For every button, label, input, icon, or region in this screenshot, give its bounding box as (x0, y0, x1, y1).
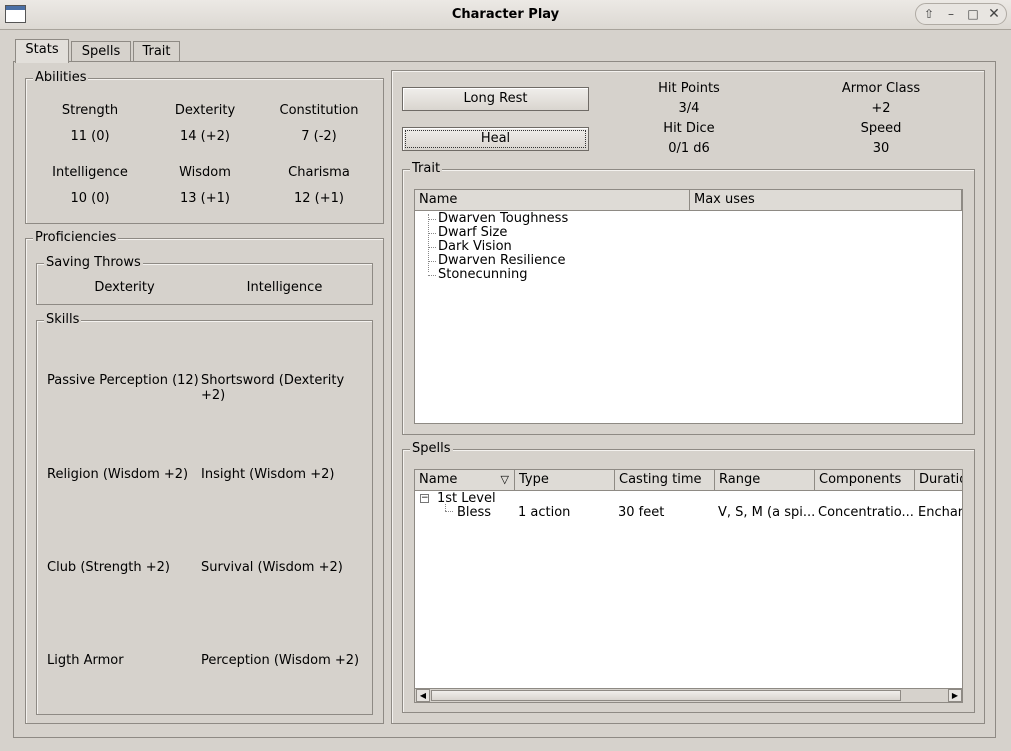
spell-name[interactable]: Bless (457, 506, 491, 520)
abilities-title: Abilities (33, 70, 89, 86)
trait-table-header: Name Max uses (415, 190, 962, 211)
trait-title: Trait (410, 161, 443, 177)
trait-row[interactable]: Dwarf Size (438, 226, 507, 240)
tab-spells[interactable]: Spells (71, 41, 131, 62)
column-header-duration[interactable]: Duratio (915, 470, 962, 490)
armor-class-label: Armor Class (841, 81, 921, 96)
column-header-name[interactable]: Name ▽ (415, 470, 515, 490)
skill-item: Religion (Wisdom +2) (47, 467, 189, 482)
spells-table[interactable]: Name ▽ Type Casting time Range Component… (414, 469, 963, 703)
armor-class-value: +2 (871, 101, 891, 116)
window-controls: ⇧ – □ ✕ (915, 3, 1007, 25)
strength-value: 11 (0) (70, 129, 110, 144)
window-title: Character Play (451, 7, 560, 22)
intelligence-value: 10 (0) (70, 191, 110, 206)
column-header-name[interactable]: Name (415, 190, 690, 210)
dexterity-value: 14 (+2) (180, 129, 230, 144)
spells-group: Spells Name ▽ Type Casting time Range Co… (402, 441, 975, 713)
spell-range: V, S, M (a spi... (718, 505, 816, 520)
saving-throw-item: Intelligence (246, 280, 323, 295)
skill-item: Perception (Wisdom +2) (201, 653, 360, 668)
proficiencies-group: Proficiencies Saving Throws Dexterity In… (25, 230, 384, 724)
tree-connector (428, 247, 436, 248)
tree-connector (428, 275, 436, 276)
heal-button[interactable]: Heal (402, 127, 589, 151)
proficiencies-title: Proficiencies (33, 230, 119, 246)
minimize-icon[interactable]: – (941, 5, 961, 23)
column-header-casting-time[interactable]: Casting time (615, 470, 715, 490)
column-header-components[interactable]: Components (815, 470, 915, 490)
column-header-max-uses[interactable]: Max uses (690, 190, 962, 210)
title-bar[interactable]: Character Play ⇧ – □ ✕ (0, 0, 1011, 30)
spell-duration: Enchar (918, 505, 963, 520)
skill-item: Insight (Wisdom +2) (201, 467, 335, 482)
trait-row[interactable]: Stonecunning (438, 268, 528, 282)
spell-casting-time: 30 feet (618, 505, 665, 520)
sort-descending-icon: ▽ (500, 473, 509, 486)
charisma-label: Charisma (288, 165, 350, 180)
scrollbar-thumb[interactable] (431, 690, 901, 701)
trait-row[interactable]: Dwarven Resilience (438, 254, 565, 268)
hit-dice-value: 0/1 d6 (668, 141, 710, 156)
close-icon[interactable]: ✕ (984, 5, 1004, 23)
saving-throws-title: Saving Throws (44, 255, 143, 271)
hit-points-value: 3/4 (678, 101, 700, 116)
tree-connector (428, 261, 436, 262)
spell-components: Concentratio... (818, 505, 914, 520)
scroll-left-icon[interactable]: ◀ (416, 689, 430, 702)
spell-type: 1 action (518, 505, 571, 520)
tab-stats[interactable]: Stats (15, 39, 69, 63)
trait-row[interactable]: Dwarven Toughness (438, 212, 568, 226)
trait-group: Trait Name Max uses Dwarven Toughness Dw… (402, 161, 975, 435)
scroll-right-icon[interactable]: ▶ (948, 689, 962, 702)
skill-item: Passive Perception (12) (47, 373, 199, 388)
column-header-type[interactable]: Type (515, 470, 615, 490)
trait-row[interactable]: Dark Vision (438, 240, 512, 254)
hit-dice-label: Hit Dice (663, 121, 715, 136)
saving-throw-item: Dexterity (94, 280, 155, 295)
speed-label: Speed (860, 121, 902, 136)
skill-item: Survival (Wisdom +2) (201, 560, 343, 575)
tree-connector (428, 233, 436, 234)
constitution-label: Constitution (279, 103, 359, 118)
spells-table-header: Name ▽ Type Casting time Range Component… (415, 470, 962, 491)
charisma-value: 12 (+1) (294, 191, 344, 206)
tree-connector (428, 214, 429, 272)
skill-item: Club (Strength +2) (47, 560, 170, 575)
speed-value: 30 (872, 141, 890, 156)
right-panel: Long Rest Heal Hit Points 3/4 Hit Dice 0… (391, 70, 985, 724)
intelligence-label: Intelligence (52, 165, 128, 180)
spells-title: Spells (410, 441, 453, 457)
long-rest-button[interactable]: Long Rest (402, 87, 589, 111)
skills-title: Skills (44, 312, 82, 328)
skills-group: Skills Passive Perception (12) Shortswor… (36, 312, 373, 715)
wisdom-value: 13 (+1) (180, 191, 230, 206)
saving-throws-group: Saving Throws Dexterity Intelligence (36, 255, 373, 305)
skill-item: Ligth Armor (47, 653, 124, 668)
shade-icon[interactable]: ⇧ (919, 5, 939, 23)
strength-label: Strength (61, 103, 119, 118)
tree-connector (445, 511, 453, 512)
horizontal-scrollbar[interactable]: ◀ ▶ (415, 688, 962, 702)
skill-item: Shortsword (Dexterity +2) (201, 373, 345, 403)
constitution-value: 7 (-2) (301, 129, 337, 144)
maximize-icon[interactable]: □ (963, 5, 983, 23)
collapse-icon[interactable]: − (420, 494, 429, 503)
tree-connector (445, 504, 446, 511)
tree-connector (428, 219, 436, 220)
tab-trait[interactable]: Trait (133, 41, 180, 62)
wisdom-label: Wisdom (179, 165, 231, 180)
trait-table[interactable]: Name Max uses Dwarven Toughness Dwarf Si… (414, 189, 963, 424)
hit-points-label: Hit Points (658, 81, 720, 96)
abilities-group: Abilities Strength 11 (0) Dexterity 14 (… (25, 70, 384, 224)
column-header-range[interactable]: Range (715, 470, 815, 490)
column-header-name-label: Name (419, 472, 458, 487)
dexterity-label: Dexterity (174, 103, 236, 118)
